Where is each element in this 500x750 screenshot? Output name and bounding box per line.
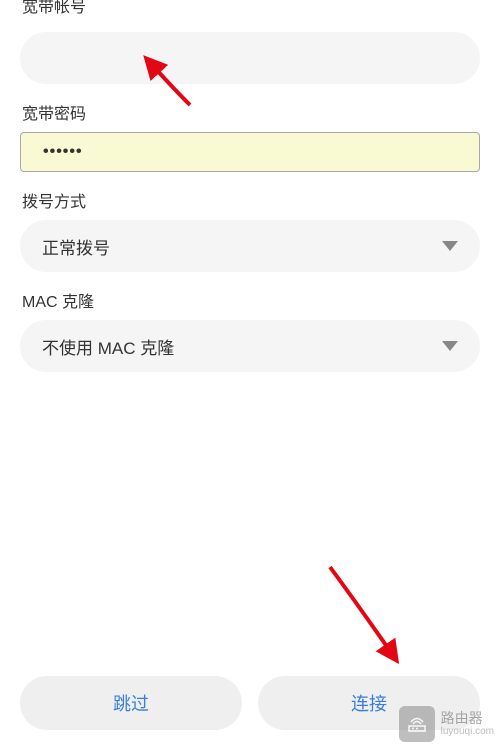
watermark-title: 路由器 [441, 711, 494, 726]
password-label: 宽带密码 [20, 100, 480, 124]
chevron-down-icon [442, 341, 458, 351]
chevron-down-icon [442, 241, 458, 251]
broadband-account-input[interactable] [20, 32, 480, 84]
mac-clone-select[interactable]: 不使用 MAC 克隆 [20, 320, 480, 372]
mac-clone-value: 不使用 MAC 克隆 [42, 334, 174, 359]
account-label: 宽带帐号 [20, 0, 480, 17]
watermark-url: luyouqi.com [441, 726, 494, 737]
mac-clone-label: MAC 克隆 [20, 288, 480, 312]
watermark: 路由器 luyouqi.com [399, 706, 494, 742]
dial-method-select[interactable]: 正常拨号 [20, 220, 480, 272]
dial-method-label: 拨号方式 [20, 188, 480, 212]
skip-button[interactable]: 跳过 [20, 676, 242, 730]
broadband-password-input[interactable] [20, 132, 480, 172]
dial-method-value: 正常拨号 [42, 234, 110, 259]
router-logo-icon [399, 706, 435, 742]
